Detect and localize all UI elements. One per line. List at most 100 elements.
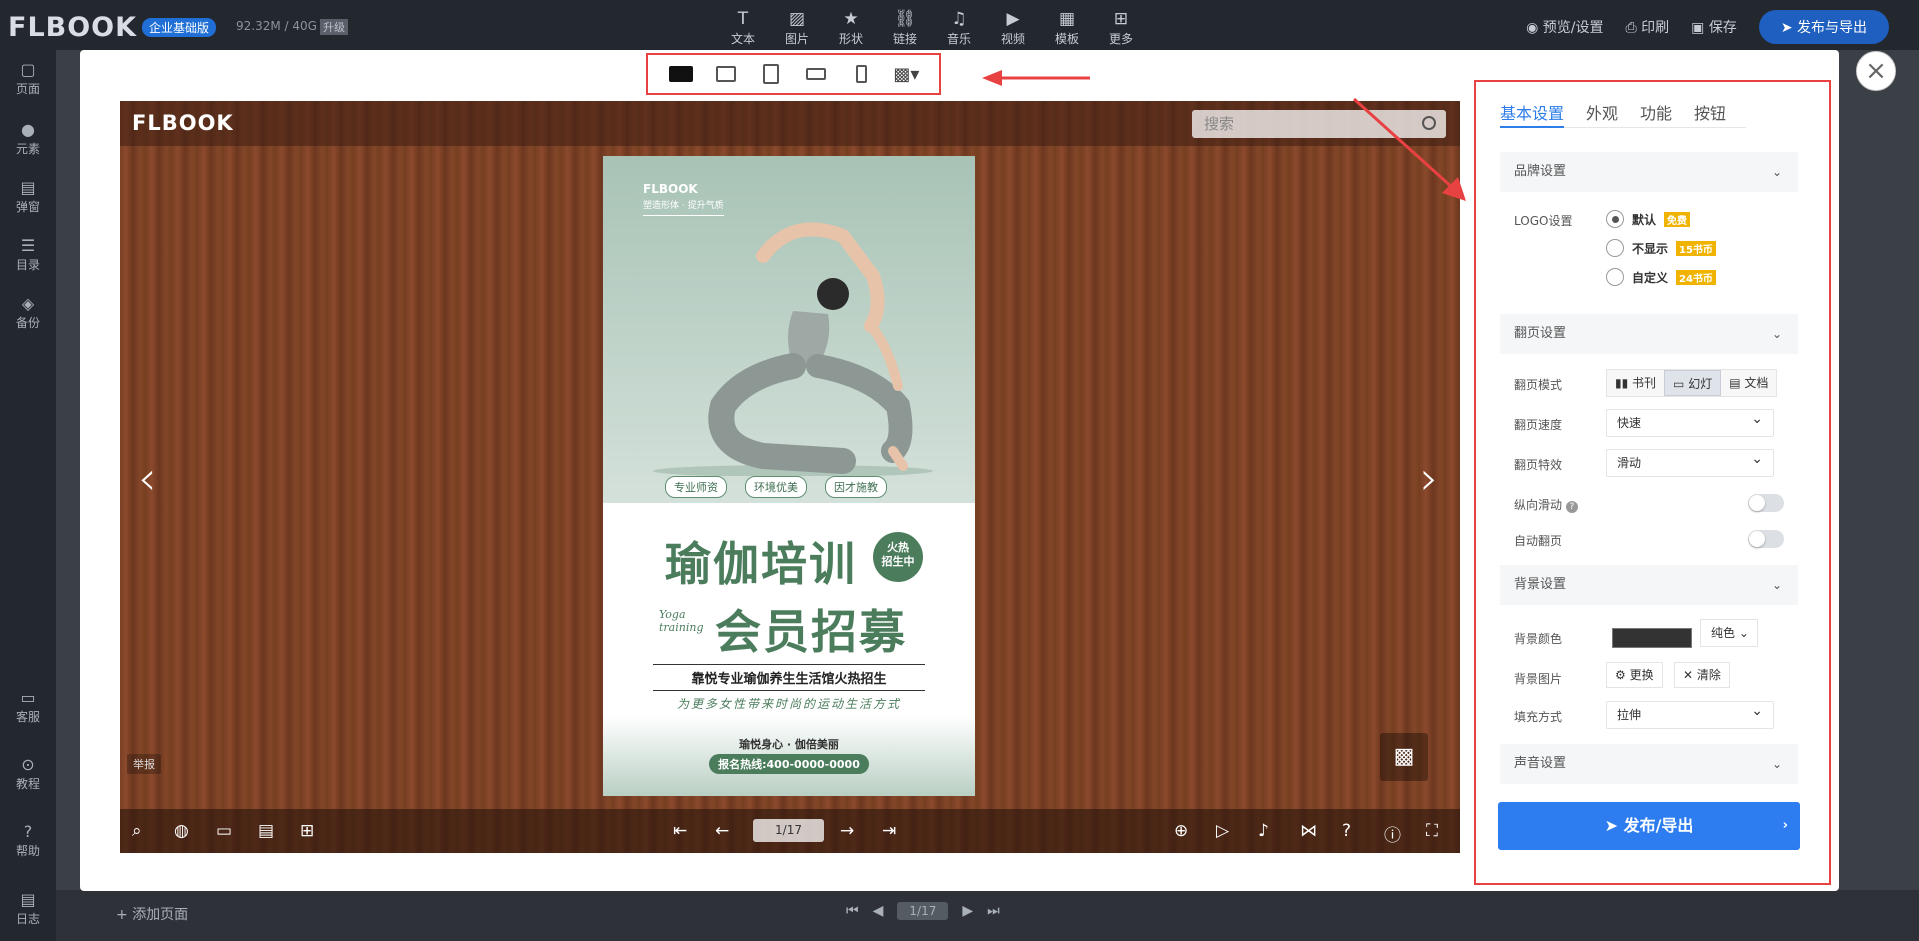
editor-page-indicator[interactable]: 1/17: [897, 902, 949, 920]
section-title: 品牌设置: [1514, 164, 1567, 179]
link-icon: ⛓: [894, 9, 916, 29]
catalog-icon[interactable]: ▤: [258, 821, 274, 841]
app-logo[interactable]: FLBOOK: [8, 12, 137, 43]
flip-mode-document[interactable]: ▤ 文档: [1721, 370, 1776, 396]
desktop-view-button[interactable]: [667, 62, 695, 86]
radio-checked[interactable]: [1606, 210, 1624, 228]
prev-page-icon[interactable]: ←: [715, 821, 729, 841]
sidebar-item-element[interactable]: ● 元素: [0, 120, 56, 157]
add-page-button[interactable]: + 添加页面: [116, 904, 188, 924]
tablet-portrait-button[interactable]: [757, 62, 785, 86]
first-page-icon[interactable]: ⇤: [673, 821, 687, 841]
tool-image[interactable]: ▨ 图片: [774, 8, 820, 47]
list-icon: ☰: [20, 236, 36, 255]
bg-image-label: 背景图片: [1514, 672, 1563, 686]
tab-function[interactable]: 功能: [1640, 100, 1672, 128]
last-page-icon[interactable]: ⏭: [987, 903, 1000, 919]
tablet-landscape-button[interactable]: [712, 62, 740, 86]
image-icon: ▨: [788, 9, 806, 29]
sidebar-item-catalog[interactable]: ☰ 目录: [0, 236, 56, 273]
share-icon[interactable]: ⋈: [1300, 821, 1317, 841]
prev-page-icon[interactable]: ◀: [873, 903, 884, 919]
question-icon[interactable]: ?: [1565, 501, 1578, 513]
sidebar-item-popup[interactable]: ▤ 弹窗: [0, 178, 56, 215]
tool-shape[interactable]: ★ 形状: [828, 8, 874, 47]
bg-image-clear-button[interactable]: ✕ 清除: [1674, 662, 1730, 688]
sound-settings-section[interactable]: 声音设置 ⌄: [1500, 744, 1798, 784]
tool-text[interactable]: T 文本: [720, 8, 766, 47]
sidebar-item-tutorial[interactable]: ⊙ 教程: [0, 755, 56, 792]
tool-more[interactable]: ⊞ 更多: [1098, 8, 1144, 47]
tool-video[interactable]: ▶ 视频: [990, 8, 1036, 47]
phone-landscape-button[interactable]: [802, 62, 830, 86]
logo-option-custom[interactable]: 自定义 24书币: [1606, 268, 1716, 286]
flip-mode-slide[interactable]: ▭ 幻灯: [1664, 370, 1722, 396]
chevron-down-icon: ⌄: [1771, 578, 1782, 592]
tab-basic[interactable]: 基本设置: [1500, 100, 1565, 128]
next-page-icon[interactable]: →: [840, 821, 854, 841]
upgrade-link[interactable]: 升级: [320, 19, 348, 35]
publish-export-button[interactable]: ➤ 发布与导出: [1758, 10, 1889, 44]
zoom-in-icon[interactable]: ⊕: [1174, 821, 1188, 841]
preview-qrcode-icon[interactable]: ▩: [1380, 733, 1428, 781]
save-button[interactable]: ▣ 保存: [1691, 17, 1737, 37]
autoplay-icon[interactable]: ▷: [1216, 821, 1229, 841]
thumbnails-icon[interactable]: ⊞: [300, 821, 314, 841]
tool-link[interactable]: ⛓ 链接: [882, 8, 928, 47]
sidebar-item-service[interactable]: ▭ 客服: [0, 688, 56, 725]
auto-flip-toggle[interactable]: [1748, 530, 1784, 548]
report-button[interactable]: 举报: [127, 754, 161, 774]
info-icon[interactable]: ⓘ: [1384, 821, 1401, 846]
poster-hotline: 报名热线:400-0000-0000: [709, 754, 869, 774]
radio-unchecked[interactable]: [1606, 268, 1624, 286]
help-icon[interactable]: ?: [1342, 821, 1351, 841]
vertical-scroll-toggle[interactable]: [1748, 494, 1784, 512]
sidebar-item-backup[interactable]: ◈ 备份: [0, 294, 56, 331]
sidebar-item-help[interactable]: ? 帮助: [0, 822, 56, 859]
phone-portrait-icon: [855, 65, 867, 83]
search-icon[interactable]: ⌕: [132, 821, 142, 841]
flip-mode-book[interactable]: ▮▮ 书刊: [1607, 370, 1664, 396]
radio-unchecked[interactable]: [1606, 239, 1624, 257]
price-badge: 24书币: [1676, 269, 1716, 285]
globe-icon[interactable]: ◍: [174, 821, 189, 841]
flip-settings-section[interactable]: 翻页设置 ⌄: [1500, 314, 1798, 354]
vertical-scroll-label: 纵向滑动 ?: [1514, 496, 1578, 513]
preview-settings-button[interactable]: ◉ 预览/设置: [1526, 17, 1603, 37]
flip-effect-select[interactable]: 滑动: [1606, 446, 1774, 477]
sidebar-item-page[interactable]: ▢ 页面: [0, 60, 56, 97]
tab-appearance[interactable]: 外观: [1586, 100, 1618, 128]
sidebar-item-log[interactable]: ▤ 日志: [0, 890, 56, 927]
element-icon: ●: [21, 120, 35, 139]
chevron-down-icon: ⌄: [1771, 327, 1782, 341]
plan-badge: 企业基础版: [142, 18, 217, 37]
close-icon[interactable]: ×: [1856, 51, 1896, 91]
next-page-arrow-icon[interactable]: ›: [1420, 451, 1438, 505]
tab-buttons[interactable]: 按钮: [1694, 100, 1726, 128]
first-page-icon[interactable]: ⏮: [846, 903, 859, 919]
background-settings-section[interactable]: 背景设置 ⌄: [1500, 565, 1798, 605]
fullscreen-icon[interactable]: ⛶: [1426, 821, 1438, 841]
phone-portrait-button[interactable]: [847, 62, 875, 86]
print-button[interactable]: ⎙ 印刷: [1625, 17, 1669, 37]
tool-music[interactable]: ♫ 音乐: [936, 8, 982, 47]
publish-export-panel-button[interactable]: ➤ 发布/导出 ›: [1498, 802, 1800, 850]
bg-color-swatch[interactable]: [1612, 628, 1692, 648]
bg-image-replace-button[interactable]: ⚙ 更换: [1606, 662, 1663, 688]
sound-icon[interactable]: ♪: [1258, 821, 1269, 841]
logo-option-hide[interactable]: 不显示 15书币: [1606, 239, 1716, 257]
save-label: 保存: [1708, 20, 1737, 36]
next-page-icon[interactable]: ▶: [962, 903, 973, 919]
logo-option-default[interactable]: 默认 免费: [1606, 210, 1691, 228]
last-page-icon[interactable]: ⇥: [882, 821, 896, 841]
fill-mode-select[interactable]: 拉伸: [1606, 698, 1774, 729]
bg-color-mode-select[interactable]: 纯色 ⌄: [1700, 619, 1758, 647]
flip-speed-select[interactable]: 快速: [1606, 406, 1774, 437]
prev-page-arrow-icon[interactable]: ‹: [138, 451, 156, 505]
brand-settings-section[interactable]: 品牌设置 ⌄: [1500, 152, 1798, 192]
qrcode-button[interactable]: ▩▾: [892, 62, 920, 86]
tool-template[interactable]: ▦ 模板: [1044, 8, 1090, 47]
comment-icon[interactable]: ▭: [216, 821, 232, 841]
preview-page-indicator[interactable]: 1/17: [753, 819, 824, 842]
tool-label: 形状: [838, 32, 863, 46]
